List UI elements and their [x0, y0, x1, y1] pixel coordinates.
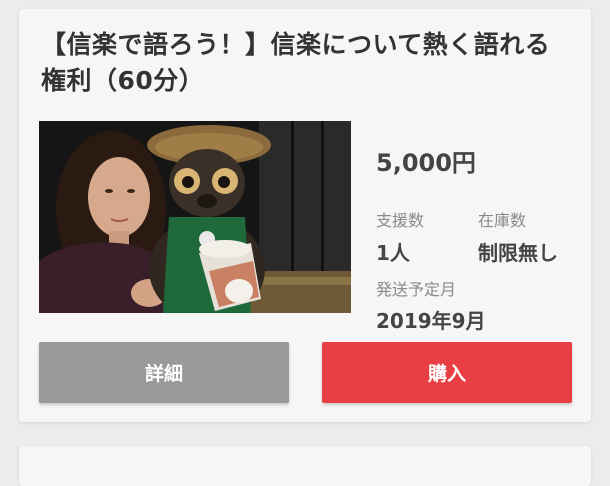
next-reward-card: [19, 446, 591, 486]
stock-value: 制限無し: [478, 241, 558, 265]
reward-price: 5,000円: [376, 149, 476, 177]
reward-photo-image: [39, 121, 351, 313]
reward-card: 【信楽で語ろう！】信楽について熱く語れる権利（60分） 5,000円 支援数 在…: [19, 9, 591, 422]
supporters-value: 1人: [376, 241, 410, 265]
buy-button[interactable]: 購入: [322, 342, 572, 403]
reward-photo: [39, 121, 351, 313]
stock-label: 在庫数: [478, 211, 527, 230]
buy-button-label: 購入: [427, 363, 466, 385]
detail-button-label: 詳細: [144, 363, 183, 385]
ship-month-value: 2019年9月: [376, 309, 486, 333]
detail-button[interactable]: 詳細: [39, 342, 289, 403]
supporters-label: 支援数: [376, 211, 425, 230]
reward-title: 【信楽で語ろう！】信楽について熱く語れる権利（60分）: [41, 30, 551, 95]
ship-month-label: 発送予定月: [376, 280, 457, 299]
reward-info: 5,000円 支援数 在庫数 1人 制限無し 発送予定月 2019年9月: [376, 121, 576, 333]
